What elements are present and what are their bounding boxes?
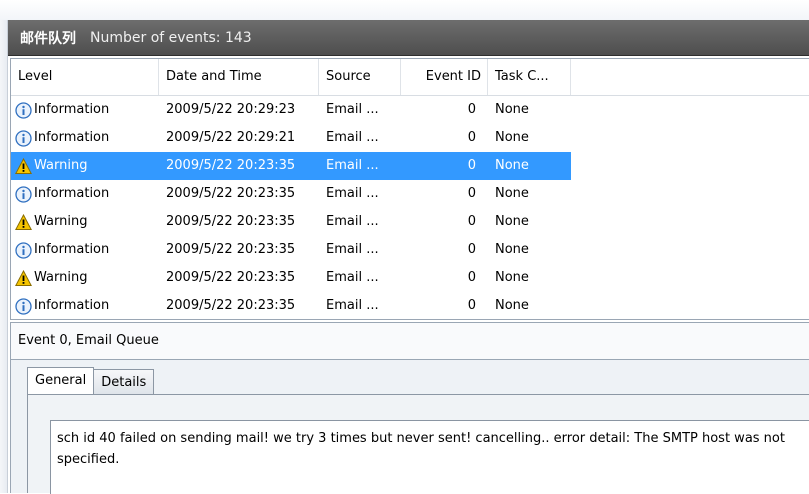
level-cell: Warning [11, 264, 159, 292]
level-label: Information [34, 298, 110, 313]
source-cell: Email ... [326, 186, 379, 201]
column-header-date-time[interactable]: Date and Time [159, 59, 319, 95]
event-row[interactable]: Warning 2009/5/22 20:23:35 Email ... 0 None [11, 264, 809, 292]
warning-icon [14, 157, 33, 175]
level-cell: Warning [11, 208, 159, 236]
event-id-cell: 0 [467, 102, 476, 117]
event-id-cell: 0 [467, 298, 476, 313]
level-label: Information [34, 102, 110, 117]
level-cell: Information [11, 96, 159, 124]
date-cell: 2009/5/22 20:23:35 [166, 298, 296, 313]
event-id-cell: 0 [467, 186, 476, 201]
event-rows: Information 2009/5/22 20:29:23 Email ... 0 N… [11, 96, 809, 319]
event-row[interactable]: Information 2009/5/22 20:23:35 Email ... 0 N… [11, 236, 809, 264]
column-header-task-category[interactable]: Task C... [488, 59, 571, 95]
level-label: Warning [34, 270, 88, 285]
event-id-cell: 0 [467, 130, 476, 145]
tab-details[interactable]: Details [93, 369, 155, 395]
warning-icon [14, 213, 33, 231]
column-header-event-id[interactable]: Event ID [401, 59, 488, 95]
source-cell: Email ... [326, 242, 379, 257]
source-cell: Email ... [326, 270, 379, 285]
task-category-cell: None [488, 152, 571, 180]
column-header-row: Level Date and Time Source Event ID Task… [11, 59, 809, 96]
event-detail-panel: General Details sch id 40 failed on send… [10, 360, 809, 494]
event-id-cell: 0 [467, 214, 476, 229]
event-row[interactable]: Warning 2009/5/22 20:23:35 Email ... 0 None [11, 208, 809, 236]
info-icon [15, 297, 32, 315]
date-cell: 2009/5/22 20:23:35 [166, 186, 296, 201]
event-count: Number of events: 143 [90, 29, 252, 46]
detail-tabs: General Details [27, 367, 155, 395]
event-id-cell: 0 [401, 152, 488, 180]
task-category-cell: None [495, 298, 529, 313]
level-cell: Information [11, 236, 159, 264]
log-header: 邮件队列 Number of events: 143 [8, 20, 809, 56]
event-id-cell: 0 [467, 270, 476, 285]
date-cell: 2009/5/22 20:29:21 [166, 130, 296, 145]
task-category-cell: None [495, 270, 529, 285]
task-category-cell: None [495, 186, 529, 201]
info-icon [15, 185, 32, 203]
level-cell: Information [11, 292, 159, 319]
level-label: Information [34, 242, 110, 257]
date-cell: 2009/5/22 20:29:23 [166, 102, 296, 117]
event-row[interactable]: Warning 2009/5/22 20:23:35 Email ... 0 None [11, 152, 809, 180]
column-header-level[interactable]: Level [11, 59, 159, 95]
source-cell: Email ... [326, 214, 379, 229]
events-list: Level Date and Time Source Event ID Task… [10, 58, 809, 320]
level-label: Warning [34, 158, 88, 173]
warning-icon [14, 269, 33, 287]
event-message[interactable]: sch id 40 failed on sending mail! we try… [50, 420, 809, 494]
column-header-source[interactable]: Source [319, 59, 401, 95]
event-row[interactable]: Information 2009/5/22 20:29:21 Email ... 0 N… [11, 124, 809, 152]
source-cell: Email ... [326, 102, 379, 117]
date-cell: 2009/5/22 20:23:35 [159, 152, 319, 180]
general-tab-panel: sch id 40 failed on sending mail! we try… [27, 394, 809, 494]
source-cell: Email ... [326, 130, 379, 145]
date-cell: 2009/5/22 20:23:35 [166, 270, 296, 285]
level-label: Information [34, 130, 110, 145]
log-name: 邮件队列 [20, 30, 76, 47]
level-label: Warning [34, 214, 88, 229]
event-row[interactable]: Information 2009/5/22 20:23:35 Email ... 0 N… [11, 180, 809, 208]
source-cell: Email ... [319, 152, 401, 180]
event-row[interactable]: Information 2009/5/22 20:23:35 Email ... 0 N… [11, 292, 809, 319]
task-category-cell: None [495, 214, 529, 229]
top-strip [0, 0, 809, 21]
info-icon [15, 101, 32, 119]
level-cell: Information [11, 180, 159, 208]
task-category-cell: None [495, 242, 529, 257]
info-icon [15, 129, 32, 147]
source-cell: Email ... [326, 298, 379, 313]
level-cell: Information [11, 124, 159, 152]
event-row[interactable]: Information 2009/5/22 20:29:23 Email ... 0 N… [11, 96, 809, 124]
level-label: Information [34, 186, 110, 201]
level-cell: Warning [11, 152, 159, 180]
task-category-cell: None [495, 130, 529, 145]
task-category-cell: None [495, 102, 529, 117]
date-cell: 2009/5/22 20:23:35 [166, 214, 296, 229]
detail-title: Event 0, Email Queue [10, 322, 809, 360]
info-icon [15, 241, 32, 259]
tab-general[interactable]: General [27, 367, 95, 395]
event-id-cell: 0 [467, 242, 476, 257]
date-cell: 2009/5/22 20:23:35 [166, 242, 296, 257]
left-pane-edge [0, 20, 8, 493]
